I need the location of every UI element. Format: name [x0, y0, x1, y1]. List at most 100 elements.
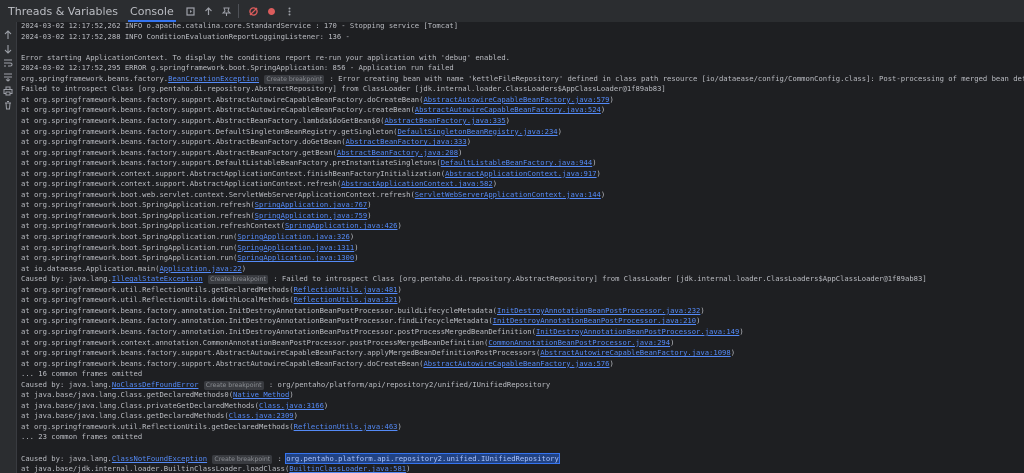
- restart-icon[interactable]: [183, 4, 198, 19]
- log-text: at java.base/java.lang.Class.getDeclared…: [21, 390, 234, 400]
- log-text: at io.dataease.Application.main(: [21, 263, 160, 273]
- console-line: at org.springframework.context.support.A…: [21, 168, 601, 179]
- source-link[interactable]: Application.java:22: [159, 264, 241, 273]
- log-text: ): [739, 326, 744, 336]
- console-line: Caused by: java.lang.IllegalStateExcepti…: [21, 273, 927, 285]
- log-text: at org.springframework.beans.factory.ann…: [21, 326, 536, 336]
- log-text: at org.springframework.boot.SpringApplic…: [21, 253, 238, 263]
- source-link[interactable]: CommonAnnotationBeanPostProcessor.java:2…: [488, 338, 670, 347]
- log-text: ): [492, 179, 498, 189]
- log-text: : Error creating bean with name 'kettleF…: [329, 73, 1024, 83]
- log-text: ): [458, 147, 463, 157]
- pin-icon[interactable]: [219, 4, 234, 19]
- log-text: ): [596, 168, 601, 178]
- scroll-to-end-icon[interactable]: [1, 70, 15, 84]
- down-arrow-icon[interactable]: [1, 42, 15, 56]
- log-text: at org.springframework.boot.SpringApplic…: [21, 200, 255, 210]
- source-link[interactable]: DefaultSingletonBeanRegistry.java:234: [397, 127, 557, 136]
- soft-wrap-icon[interactable]: [1, 56, 15, 70]
- source-link[interactable]: SpringApplication.java:759: [255, 211, 368, 220]
- log-text: at org.springframework.util.ReflectionUt…: [21, 295, 294, 305]
- console-line: at org.springframework.boot.SpringApplic…: [21, 252, 359, 263]
- log-text: Caused by: java.lang.: [21, 274, 112, 284]
- log-text: at org.springframework.beans.factory.sup…: [21, 147, 337, 157]
- source-link[interactable]: ClassNotFoundException: [112, 454, 207, 463]
- console-line: at org.springframework.beans.factory.sup…: [21, 126, 562, 137]
- source-link[interactable]: AbstractAutowireCapableBeanFactory.java:…: [540, 348, 730, 357]
- source-link[interactable]: ReflectionUtils.java:321: [294, 295, 398, 304]
- source-link[interactable]: BeanCreationException: [168, 74, 259, 83]
- log-text: Failed to introspect Class [org.pentaho.…: [21, 84, 666, 94]
- console-line: at org.springframework.boot.SpringApplic…: [21, 220, 402, 231]
- console-line: at java.base/jdk.internal.loader.Builtin…: [21, 463, 410, 473]
- console-line: at io.dataease.Application.main(Applicat…: [21, 263, 246, 274]
- console-line: ... 23 common frames omitted: [21, 431, 142, 442]
- source-link[interactable]: AbstractAutowireCapableBeanFactory.java:…: [423, 95, 609, 104]
- log-text: at org.springframework.boot.SpringApplic…: [21, 242, 238, 252]
- source-link[interactable]: InitDestroyAnnotationBeanPostProcessor.j…: [493, 316, 696, 325]
- record-icon[interactable]: [264, 4, 279, 19]
- console-line: at java.base/java.lang.Class.getDeclared…: [21, 410, 298, 421]
- log-text: at java.base/java.lang.Class.getDeclared…: [21, 411, 229, 421]
- source-link[interactable]: ReflectionUtils.java:463: [294, 422, 398, 431]
- source-link[interactable]: SpringApplication.java:1311: [237, 243, 354, 252]
- log-text: ): [600, 105, 606, 115]
- log-text: at java.base/jdk.internal.loader.Builtin…: [21, 464, 290, 473]
- source-link[interactable]: AbstractApplicationContext.java:582: [341, 179, 492, 188]
- source-link[interactable]: SpringApplication.java:1300: [237, 253, 354, 262]
- log-text: ): [323, 400, 329, 410]
- console-line: at org.springframework.beans.factory.sup…: [21, 147, 462, 158]
- log-text: at org.springframework.util.ReflectionUt…: [21, 421, 294, 431]
- source-link[interactable]: InitDestroyAnnotationBeanPostProcessor.j…: [497, 306, 700, 315]
- console-line: at org.springframework.context.annotatio…: [21, 337, 674, 348]
- source-link[interactable]: SpringApplication.java:326: [237, 232, 350, 241]
- log-text: at org.springframework.boot.SpringApplic…: [21, 221, 285, 231]
- console-line: Failed to introspect Class [org.pentaho.…: [21, 83, 666, 94]
- console-line: at org.springframework.util.ReflectionUt…: [21, 284, 402, 295]
- source-link[interactable]: Native Method: [233, 390, 289, 399]
- log-text: Caused by: java.lang.: [21, 379, 112, 389]
- console-line: at org.springframework.boot.SpringApplic…: [21, 199, 372, 210]
- up-arrow-icon[interactable]: [1, 28, 15, 42]
- console-output[interactable]: 2024-03-02 12:17:52,262 INFO o.apache.ca…: [17, 22, 1024, 473]
- source-link[interactable]: SpringApplication.java:426: [285, 221, 398, 230]
- log-text: ): [466, 137, 472, 147]
- log-text: ): [730, 348, 736, 358]
- mute-breakpoints-icon[interactable]: [246, 4, 261, 19]
- log-text: at org.springframework.beans.factory.sup…: [21, 126, 398, 136]
- source-link[interactable]: ServletWebServerApplicationContext.java:…: [415, 190, 601, 199]
- source-link[interactable]: AbstractBeanFactory.java:208: [337, 148, 458, 157]
- source-link[interactable]: AbstractBeanFactory.java:333: [346, 137, 467, 146]
- tab-threads-variables[interactable]: Threads & Variables: [0, 0, 124, 22]
- source-link[interactable]: Class.java:3166: [259, 401, 324, 410]
- source-link[interactable]: DefaultListableBeanFactory.java:944: [441, 158, 592, 167]
- source-link[interactable]: AbstractAutowireCapableBeanFactory.java:…: [423, 359, 609, 368]
- source-link[interactable]: Class.java:2309: [229, 411, 294, 420]
- log-text: ): [670, 337, 675, 347]
- console-line: ... 16 common frames omitted: [21, 368, 142, 379]
- source-link[interactable]: InitDestroyAnnotationBeanPostProcessor.j…: [536, 327, 739, 336]
- more-icon[interactable]: [282, 4, 297, 19]
- source-link[interactable]: SpringApplication.java:767: [255, 200, 368, 209]
- selected-class-name[interactable]: org.pentaho.platform.api.repository2.uni…: [285, 452, 560, 464]
- source-link[interactable]: AbstractAutowireCapableBeanFactory.java:…: [415, 105, 601, 114]
- source-link[interactable]: AbstractBeanFactory.java:335: [385, 116, 506, 125]
- source-link[interactable]: AbstractApplicationContext.java:917: [445, 169, 596, 178]
- print-icon[interactable]: [1, 84, 15, 98]
- log-text: at org.springframework.boot.SpringApplic…: [21, 210, 255, 220]
- log-text: ): [367, 210, 372, 220]
- source-link[interactable]: IllegalStateException: [112, 274, 203, 283]
- source-link[interactable]: NoClassDefFoundError: [112, 380, 199, 389]
- log-text: ... 23 common frames omitted: [21, 432, 143, 442]
- source-link[interactable]: ReflectionUtils.java:481: [294, 285, 398, 294]
- scroll-up-icon[interactable]: [201, 4, 216, 19]
- log-text: ): [354, 253, 359, 263]
- clear-all-icon[interactable]: [1, 98, 15, 112]
- log-text: ): [505, 115, 510, 125]
- console-line: at org.springframework.beans.factory.sup…: [21, 94, 614, 105]
- tab-console[interactable]: Console: [124, 0, 180, 22]
- log-text: at org.springframework.beans.factory.sup…: [21, 105, 415, 115]
- console-line: at org.springframework.beans.factory.sup…: [21, 104, 605, 115]
- source-link[interactable]: BuiltinClassLoader.java:581: [289, 464, 406, 473]
